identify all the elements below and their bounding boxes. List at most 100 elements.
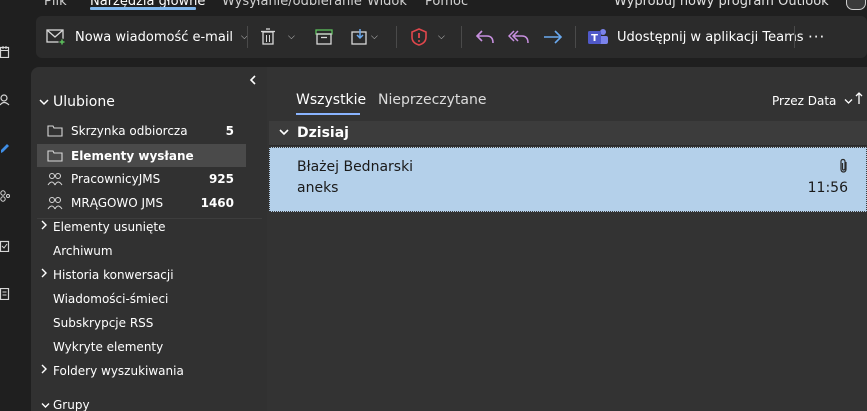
folder-label: Archiwum: [53, 244, 113, 258]
share-to-teams-label: Udostępnij w aplikacji Teams: [617, 29, 804, 45]
move-button[interactable]: ⌵: [351, 25, 378, 49]
group-title: Dzisiaj: [297, 125, 349, 141]
more-commands-button[interactable]: ···: [808, 25, 825, 49]
favorite-group-pracownicy[interactable]: PracownicyJMS 925: [37, 167, 246, 190]
new-mail-icon: [46, 29, 66, 45]
unread-count: 925: [208, 171, 234, 186]
forward-icon: [543, 29, 563, 45]
folder-pane: Ulubione Skrzynka odbiorcza 5 Elementy w…: [31, 67, 267, 411]
folder-label: Subskrypcje RSS: [53, 316, 154, 330]
favorite-group-mragowo[interactable]: MRĄGOWO JMS 1460: [37, 191, 246, 214]
message-list-pane: Wszystkie Nieprzeczytane Przez Data Dzis…: [267, 67, 867, 411]
tab-all[interactable]: Wszystkie: [296, 92, 366, 108]
folder-archive[interactable]: Archiwum: [53, 244, 113, 258]
app-rail: [0, 14, 22, 411]
chevron-right-icon: [41, 220, 48, 233]
ribbon-separator: [247, 26, 248, 48]
people-icon[interactable]: [0, 94, 10, 106]
group-icon: [47, 172, 63, 186]
folder-label: Foldery wyszukiwania: [53, 364, 184, 378]
folder-label: Historia konwersacji: [53, 268, 174, 282]
menu-item-view[interactable]: Widok: [367, 0, 407, 9]
menu-item-file[interactable]: Plik: [44, 0, 67, 9]
unread-count: 5: [225, 123, 234, 138]
new-email-button[interactable]: Nowa wiadomość e-mail ⌵: [46, 25, 248, 49]
chevron-down-icon: [844, 98, 853, 108]
ribbon-separator: [575, 26, 576, 48]
teams-icon: T: [587, 27, 609, 47]
ribbon-toolbar: Nowa wiadomość e-mail ⌵ ⌵ ⌵ ⌵ T Udostępn…: [36, 16, 867, 58]
chevron-down-icon[interactable]: ⌵: [371, 32, 378, 42]
share-to-teams-button[interactable]: T Udostępnij w aplikacji Teams: [587, 25, 804, 49]
group-header-today[interactable]: Dzisiaj: [269, 121, 867, 146]
ribbon-separator: [794, 26, 795, 48]
sort-direction-button[interactable]: [855, 92, 863, 109]
chevron-left-icon: [249, 75, 256, 85]
report-button[interactable]: ⌵: [410, 25, 445, 49]
group-icon: [47, 196, 63, 210]
tab-active-indicator: [296, 113, 360, 115]
message-item[interactable]: Błażej Bednarski aneks 11:56: [269, 147, 867, 212]
folder-detected-items[interactable]: Wykryte elementy: [53, 340, 163, 354]
groups-title: Grupy: [53, 398, 90, 411]
collapse-pane-button[interactable]: [245, 73, 261, 89]
folder-label: Elementy usunięte: [53, 220, 166, 234]
folder-divider: [37, 218, 262, 219]
tasks-icon[interactable]: [0, 240, 10, 253]
sort-by-button[interactable]: Przez Data: [772, 94, 853, 108]
favorite-folder-inbox[interactable]: Skrzynka odbiorcza 5: [37, 119, 246, 142]
reply-icon: [475, 29, 495, 45]
chevron-right-icon: [41, 364, 48, 377]
favorite-folder-sent[interactable]: Elementy wysłane: [37, 144, 246, 167]
folder-icon: [47, 124, 63, 138]
folder-rss[interactable]: Subskrypcje RSS: [53, 316, 153, 330]
folder-search-folders[interactable]: Foldery wyszukiwania: [41, 364, 184, 378]
reply-button[interactable]: [475, 25, 495, 49]
ribbon-separator: [461, 26, 462, 48]
groups-header[interactable]: Grupy: [41, 398, 90, 411]
chevron-down-icon: [41, 398, 53, 411]
calendar-icon[interactable]: [0, 46, 10, 59]
notes-icon[interactable]: [0, 287, 10, 301]
forward-button[interactable]: [543, 25, 563, 49]
unread-count: 1460: [200, 195, 234, 210]
archive-button[interactable]: [315, 25, 333, 49]
attachment-icon: [838, 158, 850, 174]
favorites-header[interactable]: Ulubione: [39, 94, 115, 110]
report-icon: [410, 28, 428, 46]
message-subject: aneks: [297, 180, 339, 196]
folder-label: Elementy wysłane: [71, 148, 194, 163]
sort-label: Przez Data: [772, 94, 837, 108]
ribbon-separator: [396, 26, 397, 48]
edit-icon[interactable]: [0, 142, 10, 154]
chevron-right-icon: [41, 268, 48, 281]
chevron-down-icon[interactable]: ⌵: [438, 32, 445, 42]
try-new-outlook-toggle[interactable]: [846, 0, 866, 10]
reply-all-button[interactable]: [508, 25, 530, 49]
menu-active-indicator: [90, 7, 196, 10]
message-sender: Błażej Bednarski: [297, 159, 414, 175]
folder-label: Wykryte elementy: [53, 340, 164, 354]
folder-label: MRĄGOWO JMS: [71, 195, 164, 210]
delete-icon: [260, 28, 276, 46]
folder-conversation-history[interactable]: Historia konwersacji: [41, 268, 174, 282]
groups-icon[interactable]: [0, 190, 10, 202]
chevron-down-icon: [279, 128, 297, 139]
chevron-down-icon[interactable]: ⌵: [288, 32, 295, 42]
menu-item-help[interactable]: Pomoc: [425, 0, 468, 9]
reply-all-icon: [508, 29, 530, 45]
folder-deleted-items[interactable]: Elementy usunięte: [41, 220, 166, 234]
favorites-title: Ulubione: [53, 94, 115, 110]
delete-button[interactable]: ⌵: [260, 25, 295, 49]
tab-unread[interactable]: Nieprzeczytane: [378, 92, 486, 108]
folder-icon: [47, 149, 63, 163]
archive-icon: [315, 29, 333, 45]
folder-junk[interactable]: Wiadomości-śmieci: [53, 292, 168, 306]
chevron-down-icon: [39, 98, 53, 109]
svg-text:T: T: [591, 33, 598, 44]
menu-bar: Plik Narzędzia główne Wysyłanie/odbieran…: [0, 0, 867, 14]
message-time: 11:56: [807, 180, 848, 196]
menu-item-send-receive[interactable]: Wysyłanie/odbieranie: [222, 0, 362, 9]
folder-label: PracownicyJMS: [71, 171, 161, 186]
new-email-label: Nowa wiadomość e-mail: [75, 29, 234, 45]
